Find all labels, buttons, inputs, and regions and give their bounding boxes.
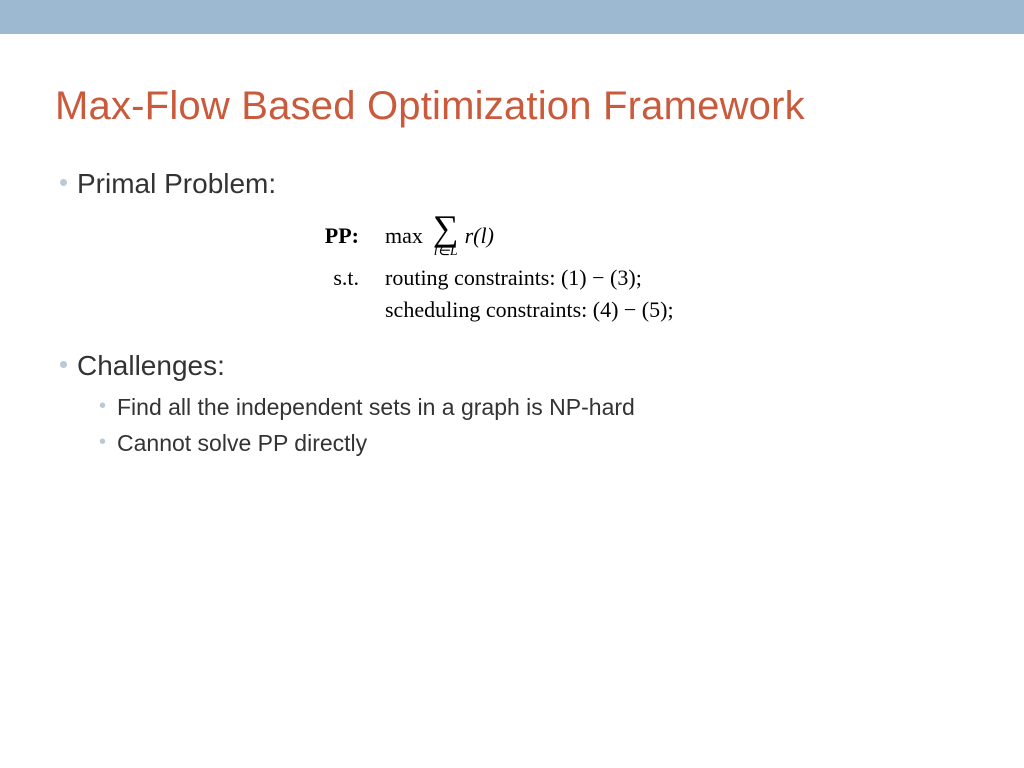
st-label: s.t. [295,265,385,291]
math-routing-row: s.t. routing constraints: (1) − (3); [295,265,969,291]
max-operator: max [385,223,433,249]
scheduling-constraint: scheduling constraints: (4) − (5); [385,297,674,323]
sigma-sub: l∈L [434,245,458,259]
math-scheduling-row: scheduling constraints: (4) − (5); [295,297,969,323]
bullet-list-2: Challenges: Find all the independent set… [55,349,969,457]
top-bar [0,0,1024,34]
routing-constraint: routing constraints: (1) − (3); [385,265,642,291]
bullet-primal-text: Primal Problem: [77,168,276,199]
bullet-list: Primal Problem: [55,167,969,201]
sub-bullet-cannot: Cannot solve PP directly [77,429,969,457]
bullet-challenges-text: Challenges: [77,350,225,381]
sub-bullet-cannot-text: Cannot solve PP directly [117,430,367,456]
pp-label: PP: [295,223,385,249]
math-objective: max ∑ l∈L r(l) [385,213,494,259]
sigma-icon: ∑ l∈L [433,213,459,259]
slide-body: Max-Flow Based Optimization Framework Pr… [0,34,1024,457]
sub-bullet-list: Find all the independent sets in a graph… [77,393,969,457]
sub-bullet-nphard: Find all the independent sets in a graph… [77,393,969,421]
math-block: PP: max ∑ l∈L r(l) s.t. routing constrai… [295,213,969,323]
summand: r(l) [465,223,494,249]
slide-title: Max-Flow Based Optimization Framework [55,84,969,129]
sub-bullet-nphard-text: Find all the independent sets in a graph… [117,394,635,420]
bullet-challenges: Challenges: Find all the independent set… [55,349,969,457]
math-objective-row: PP: max ∑ l∈L r(l) [295,213,969,259]
bullet-primal: Primal Problem: [55,167,969,201]
